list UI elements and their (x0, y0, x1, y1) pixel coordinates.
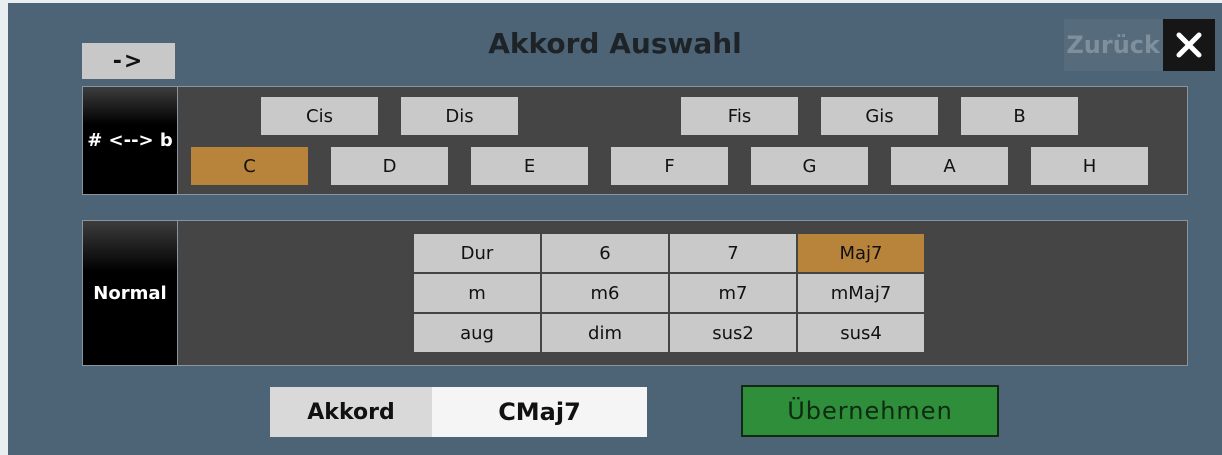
apply-button[interactable]: Übernehmen (741, 385, 999, 437)
chord-label: Akkord (270, 387, 432, 437)
root-key-g[interactable]: G (751, 147, 868, 185)
chord-type-m[interactable]: m (414, 274, 540, 312)
chord-value-display: CMaj7 (432, 387, 647, 437)
back-button[interactable]: Zurück (1064, 19, 1163, 71)
root-key-c[interactable]: C (191, 147, 308, 185)
root-key-a[interactable]: A (891, 147, 1008, 185)
close-icon (1176, 32, 1202, 58)
chord-type-sus4[interactable]: sus4 (798, 314, 924, 352)
root-key-dis[interactable]: Dis (401, 97, 518, 135)
root-key-b[interactable]: B (961, 97, 1078, 135)
root-key-d[interactable]: D (331, 147, 448, 185)
sharp-flat-toggle-button[interactable]: # <--> b (83, 87, 178, 194)
chord-type-panel: Normal Dur 6 7 Maj7 m m6 m7 mMaj7 aug di… (82, 220, 1188, 366)
chord-type-sus2[interactable]: sus2 (670, 314, 796, 352)
chord-type-aug[interactable]: aug (414, 314, 540, 352)
chord-type-7[interactable]: 7 (670, 234, 796, 272)
chord-type-6[interactable]: 6 (542, 234, 668, 272)
root-key-h[interactable]: H (1031, 147, 1148, 185)
chord-type-m7[interactable]: m7 (670, 274, 796, 312)
root-key-gis[interactable]: Gis (821, 97, 938, 135)
root-note-panel: # <--> b Cis Dis Fis Gis B C D E F G A H (82, 86, 1188, 195)
chord-type-m6[interactable]: m6 (542, 274, 668, 312)
chord-type-dur[interactable]: Dur (414, 234, 540, 272)
mode-normal-button[interactable]: Normal (83, 221, 178, 365)
root-key-fis[interactable]: Fis (681, 97, 798, 135)
chord-type-maj7[interactable]: Maj7 (798, 234, 924, 272)
dialog-title: Akkord Auswahl (488, 27, 742, 60)
chord-type-dim[interactable]: dim (542, 314, 668, 352)
root-key-cis[interactable]: Cis (261, 97, 378, 135)
root-key-e[interactable]: E (471, 147, 588, 185)
root-key-f[interactable]: F (611, 147, 728, 185)
close-button[interactable] (1163, 19, 1215, 71)
chord-type-grid: Dur 6 7 Maj7 m m6 m7 mMaj7 aug dim sus2 … (414, 234, 926, 354)
chord-type-mmaj7[interactable]: mMaj7 (798, 274, 924, 312)
chord-selection-dialog: -> Akkord Auswahl Zurück # <--> b Cis Di… (8, 3, 1222, 455)
